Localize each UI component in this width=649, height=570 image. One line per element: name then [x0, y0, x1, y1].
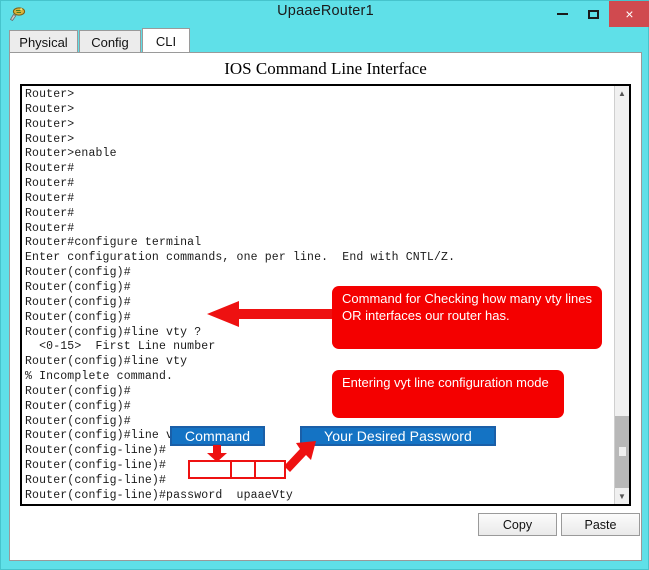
- minimize-button[interactable]: [547, 1, 577, 27]
- panel-heading: IOS Command Line Interface: [224, 59, 427, 78]
- terminal-scrollbar[interactable]: ▲ ▼: [614, 86, 629, 504]
- terminal-line: Enter configuration commands, one per li…: [25, 251, 456, 265]
- terminal-line: Router#: [25, 191, 75, 205]
- terminal-line: Router>: [25, 88, 75, 101]
- terminal-line: Router(config-line)#password upaaeVty: [25, 488, 293, 502]
- maximize-icon: [587, 9, 599, 19]
- terminal-line: Router>: [25, 102, 75, 116]
- terminal-line: Router(config-line)#: [25, 473, 167, 487]
- terminal-line: Router>: [25, 117, 75, 131]
- paste-button[interactable]: Paste: [561, 513, 640, 536]
- terminal-line: Router#: [25, 177, 75, 191]
- annotation-note-line-mode: Entering vyt line configuration mode: [332, 370, 564, 418]
- terminal-line: Router#: [25, 162, 75, 176]
- scrollbar-grip: [619, 447, 626, 456]
- scrollbar-thumb[interactable]: [615, 416, 629, 488]
- annotation-note-vty-check: Command for Checking how many vty lines …: [332, 286, 602, 349]
- minimize-icon: [556, 13, 568, 15]
- scroll-down-icon[interactable]: ▼: [615, 489, 629, 504]
- maximize-button[interactable]: [579, 1, 607, 27]
- annotation-label-command: Command: [170, 426, 265, 446]
- highlight-password-value: [230, 460, 286, 479]
- tab-config[interactable]: Config: [79, 30, 141, 53]
- scroll-up-icon[interactable]: ▲: [615, 86, 629, 101]
- tab-cli[interactable]: CLI: [142, 28, 190, 53]
- close-button[interactable]: ×: [609, 1, 649, 27]
- terminal-line: Router#: [25, 221, 75, 235]
- terminal-line: Router#configure terminal: [25, 236, 202, 250]
- title-bar: UpaaeRouter1 ×: [1, 1, 649, 27]
- close-icon: ×: [625, 6, 634, 22]
- copy-button[interactable]: Copy: [478, 513, 557, 536]
- annotation-arrow-password: [284, 441, 316, 472]
- terminal-line: Router>enable: [25, 147, 117, 161]
- terminal-line: Router#: [25, 206, 75, 220]
- tab-strip: Physical Config CLI: [9, 28, 642, 53]
- router-cli-window: UpaaeRouter1 × Physical Config CLI IOS C…: [0, 0, 649, 570]
- terminal-line: Router(config)#: [25, 266, 131, 280]
- annotation-arrow-1: [207, 301, 337, 327]
- tab-physical[interactable]: Physical: [9, 30, 78, 53]
- terminal-line: Router>: [25, 132, 75, 146]
- terminal-line: Router(config)#line vty: [25, 355, 188, 369]
